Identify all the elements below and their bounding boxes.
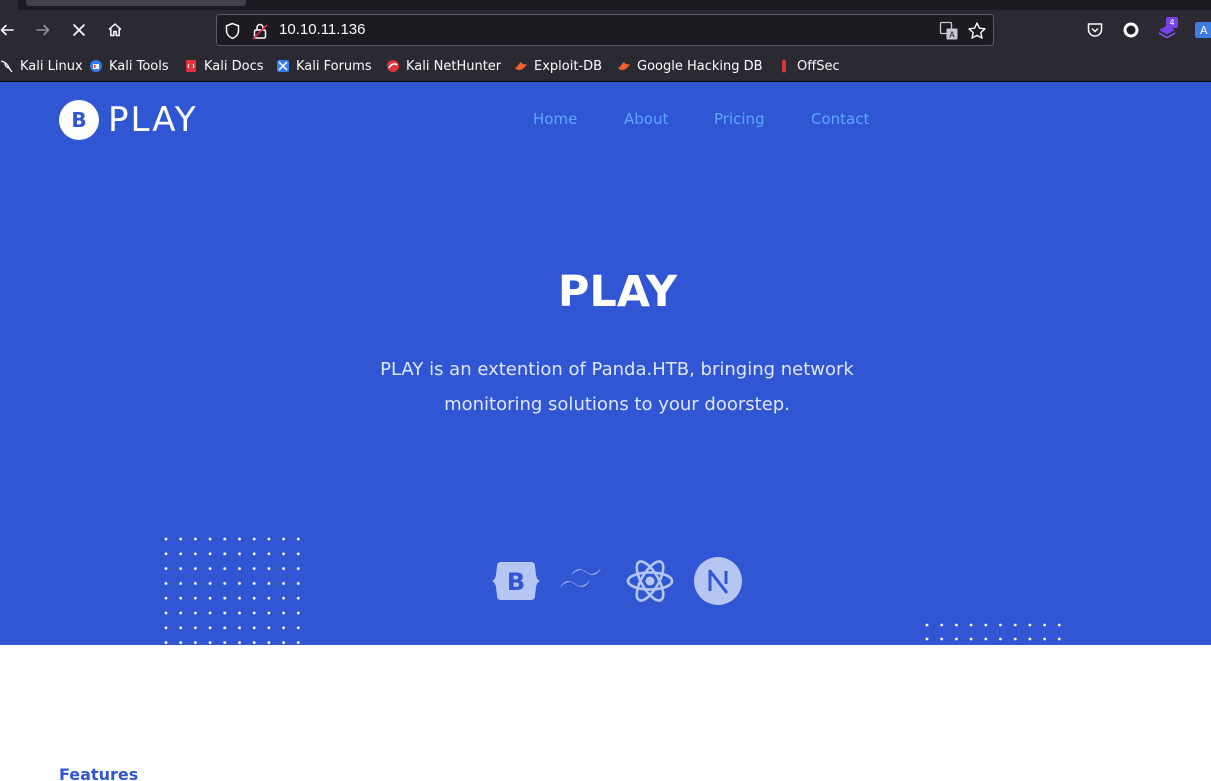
hero-description: PLAY is an extention of Panda.HTB, bring… xyxy=(380,359,854,415)
bookmark-kali-nethunter[interactable]: Kali NetHunter xyxy=(386,57,501,75)
bookmark-label: Google Hacking DB xyxy=(637,58,763,74)
svg-text:A: A xyxy=(949,31,955,40)
translate-icon[interactable]: A xyxy=(939,21,959,41)
home-icon xyxy=(108,23,122,37)
nav-about[interactable]: About xyxy=(624,110,668,128)
bookmark-kali-linux[interactable]: Kali Linux xyxy=(0,57,83,75)
ghdb-icon xyxy=(618,62,630,70)
nav-contact[interactable]: Contact xyxy=(811,110,869,128)
translate-extension-button[interactable]: A xyxy=(1190,18,1211,42)
bookmark-star-icon[interactable] xyxy=(967,21,987,41)
pocket-icon xyxy=(1087,23,1103,37)
tab-strip xyxy=(0,0,1211,10)
bookmark-kali-docs[interactable]: Kali Docs xyxy=(184,57,264,75)
bootstrap-icon: B xyxy=(492,562,540,600)
bookmark-kali-tools[interactable]: Kali Tools xyxy=(89,57,169,75)
tailwind-icon xyxy=(560,568,601,588)
translate-extension-icon: A xyxy=(1195,22,1211,38)
tab-edge xyxy=(0,0,18,10)
dot-pattern-right xyxy=(924,622,1064,645)
forward-button[interactable] xyxy=(28,16,58,44)
svg-text:B: B xyxy=(507,568,525,596)
hero-section: B PLAY Home About Pricing Contact PLAY P… xyxy=(0,82,1211,645)
site-brand[interactable]: B PLAY xyxy=(59,100,198,140)
back-arrow-icon xyxy=(0,24,14,36)
extension-badge: 4 xyxy=(1166,17,1178,28)
kali-docs-icon xyxy=(186,60,196,72)
nethunter-icon xyxy=(387,60,399,72)
bookmark-kali-forums[interactable]: Kali Forums xyxy=(276,57,372,75)
browser-toolbar: 10.10.11.136 A 4 A xyxy=(0,10,1211,50)
forward-arrow-icon xyxy=(36,24,50,36)
bookmark-label: Kali Forums xyxy=(296,58,372,74)
bookmark-label: Kali Linux xyxy=(20,58,83,74)
bookmark-google-hacking-db[interactable]: Google Hacking DB xyxy=(617,57,763,75)
tracking-shield-icon[interactable] xyxy=(224,22,241,40)
active-tab[interactable] xyxy=(26,0,246,6)
extension-circle-button[interactable] xyxy=(1119,18,1143,42)
bookmark-label: Kali NetHunter xyxy=(406,58,502,74)
bookmarks-toolbar: Kali Linux Kali Tools Kali Docs Kali For… xyxy=(0,50,1211,82)
back-button[interactable] xyxy=(0,16,22,44)
home-button[interactable] xyxy=(100,16,130,44)
react-icon xyxy=(626,560,674,602)
bookmark-exploit-db[interactable]: Exploit-DB xyxy=(514,57,602,75)
kali-tools-icon xyxy=(90,60,102,72)
brand-logo-letter: B xyxy=(71,108,86,132)
stop-x-icon xyxy=(73,24,85,36)
bookmark-label: OffSec xyxy=(797,58,840,74)
nav-home[interactable]: Home xyxy=(533,110,577,128)
url-text[interactable]: 10.10.11.136 xyxy=(279,21,365,39)
bookmark-label: Exploit-DB xyxy=(534,58,603,74)
hero-title: PLAY xyxy=(557,267,678,317)
bookmark-label: Kali Tools xyxy=(109,58,169,74)
nav-pricing[interactable]: Pricing xyxy=(714,110,765,128)
circle-extension-icon xyxy=(1123,22,1139,38)
nextjs-icon xyxy=(694,557,742,605)
dot-pattern-left xyxy=(163,536,303,645)
stop-button[interactable] xyxy=(64,16,94,44)
offsec-icon xyxy=(782,60,786,73)
kali-dragon-icon xyxy=(0,60,13,73)
exploit-db-icon xyxy=(515,62,527,70)
svg-text:A: A xyxy=(1200,24,1208,37)
bootstrap-logo-icon: B xyxy=(59,100,99,140)
brand-name: PLAY xyxy=(108,100,198,140)
bookmark-offsec[interactable]: OffSec xyxy=(777,57,840,75)
insecure-lock-icon[interactable] xyxy=(252,22,268,40)
features-section-label: Features xyxy=(59,765,139,781)
pocket-button[interactable] xyxy=(1083,18,1107,42)
kali-forums-icon xyxy=(277,60,289,72)
address-bar[interactable]: 10.10.11.136 A xyxy=(216,14,994,46)
bookmark-label: Kali Docs xyxy=(204,58,264,74)
